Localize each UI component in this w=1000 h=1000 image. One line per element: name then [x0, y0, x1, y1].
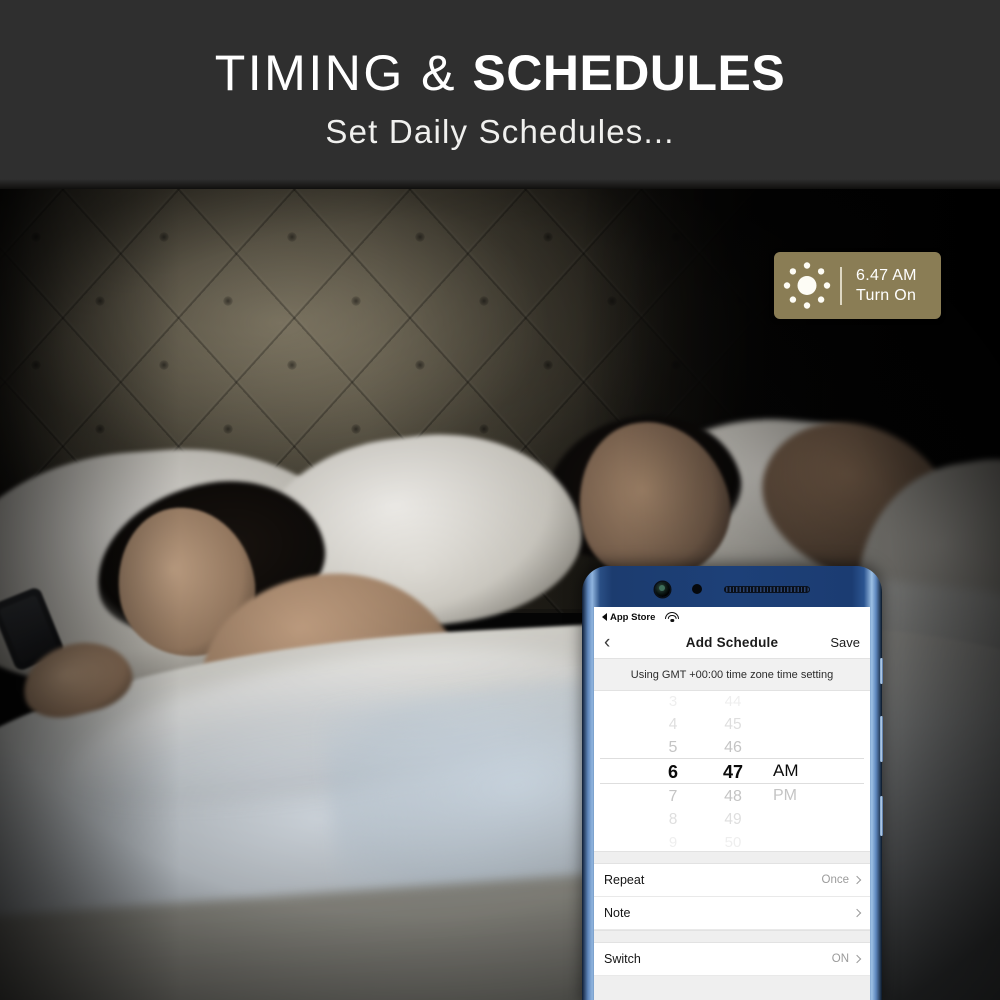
- page-title: TIMING & SCHEDULES: [0, 44, 1000, 102]
- row-label: Note: [604, 906, 631, 920]
- back-to-app-link[interactable]: App Store: [602, 612, 655, 623]
- phone-top-hardware: [593, 572, 871, 606]
- badge-text: 6.47 AM Turn On: [842, 266, 917, 306]
- hour-option[interactable]: 3: [643, 690, 703, 713]
- row-label: Switch: [604, 952, 641, 966]
- smartphone-mockup: App Store ‹ Add Schedule Save Using GMT …: [582, 566, 883, 1000]
- chevron-right-icon: [852, 875, 862, 885]
- phone-side-button-top[interactable]: [880, 658, 883, 684]
- page-title-bold: SCHEDULES: [472, 45, 786, 101]
- badge-time: 6.47 AM: [856, 266, 917, 284]
- minute-option[interactable]: 45: [703, 713, 763, 736]
- back-app-label: App Store: [610, 611, 656, 623]
- badge-divider: [840, 266, 842, 305]
- phone-power-button[interactable]: [880, 796, 883, 836]
- hour-option-selected[interactable]: 6: [643, 759, 703, 785]
- wifi-icon: [665, 611, 680, 623]
- minute-option[interactable]: 48: [703, 785, 763, 808]
- hour-option[interactable]: 8: [643, 808, 703, 831]
- settings-row-repeat[interactable]: Repeat Once: [594, 864, 870, 897]
- phone-volume-button[interactable]: [880, 716, 883, 762]
- row-right: ON: [831, 953, 862, 965]
- back-triangle-icon: [602, 613, 607, 621]
- minute-option[interactable]: 46: [703, 736, 763, 759]
- chevron-right-icon: [852, 954, 862, 964]
- status-bar: App Store: [594, 607, 870, 627]
- row-label: Repeat: [604, 873, 645, 887]
- meridiem-wheel[interactable]: AM PM: [763, 691, 827, 851]
- settings-row-switch[interactable]: Switch ON: [594, 943, 870, 976]
- front-camera-icon: [654, 581, 670, 597]
- hour-option[interactable]: 4: [643, 713, 703, 736]
- page-subtitle: Set Daily Schedules...: [325, 113, 675, 150]
- meridiem-option-selected[interactable]: AM: [773, 758, 827, 784]
- hour-wheel[interactable]: 3 4 5 6 7 8 9: [643, 691, 703, 851]
- row-value: Once: [821, 874, 850, 886]
- time-picker[interactable]: 3 4 5 6 7 8 9 44 45 46 47 48 49 50 AM PM: [594, 691, 870, 851]
- timezone-notice: Using GMT +00:00 time zone time setting: [594, 659, 870, 691]
- list-section-gap: [594, 930, 870, 943]
- meridiem-option: [773, 693, 827, 715]
- page-title-thin: TIMING &: [214, 45, 457, 101]
- hour-option[interactable]: 5: [643, 736, 703, 759]
- chevron-right-icon: [852, 908, 862, 918]
- minute-option[interactable]: 49: [703, 808, 763, 831]
- sun-icon: [774, 252, 840, 319]
- phone-screen: App Store ‹ Add Schedule Save Using GMT …: [594, 607, 870, 1000]
- meridiem-option: [773, 737, 827, 759]
- minute-option[interactable]: 44: [703, 690, 763, 713]
- settings-list: Repeat Once Note Switch ON: [594, 851, 870, 1000]
- row-right: [849, 908, 862, 918]
- meridiem-option[interactable]: PM: [773, 784, 827, 807]
- navigation-bar: ‹ Add Schedule Save: [594, 627, 870, 659]
- minute-wheel[interactable]: 44 45 46 47 48 49 50: [703, 691, 763, 851]
- proximity-sensor-icon: [691, 584, 702, 594]
- save-button[interactable]: Save: [830, 635, 860, 650]
- list-bottom-filler: [594, 976, 870, 1000]
- header-band: TIMING & SCHEDULES Set Daily Schedules..…: [0, 0, 1000, 189]
- minute-option-selected[interactable]: 47: [703, 759, 763, 785]
- row-right: Once: [821, 874, 862, 886]
- hour-option[interactable]: 7: [643, 785, 703, 808]
- meridiem-option: [773, 829, 827, 851]
- screen-title: Add Schedule: [685, 635, 779, 650]
- meridiem-option: [773, 807, 827, 829]
- meridiem-option: [773, 715, 827, 737]
- minute-option[interactable]: 50: [703, 831, 763, 854]
- badge-action: Turn On: [856, 286, 917, 304]
- hour-option[interactable]: 9: [643, 831, 703, 854]
- row-value: ON: [831, 953, 849, 965]
- schedule-badge: 6.47 AM Turn On: [774, 252, 941, 319]
- settings-row-note[interactable]: Note: [594, 897, 870, 930]
- earpiece-speaker-icon: [723, 585, 810, 593]
